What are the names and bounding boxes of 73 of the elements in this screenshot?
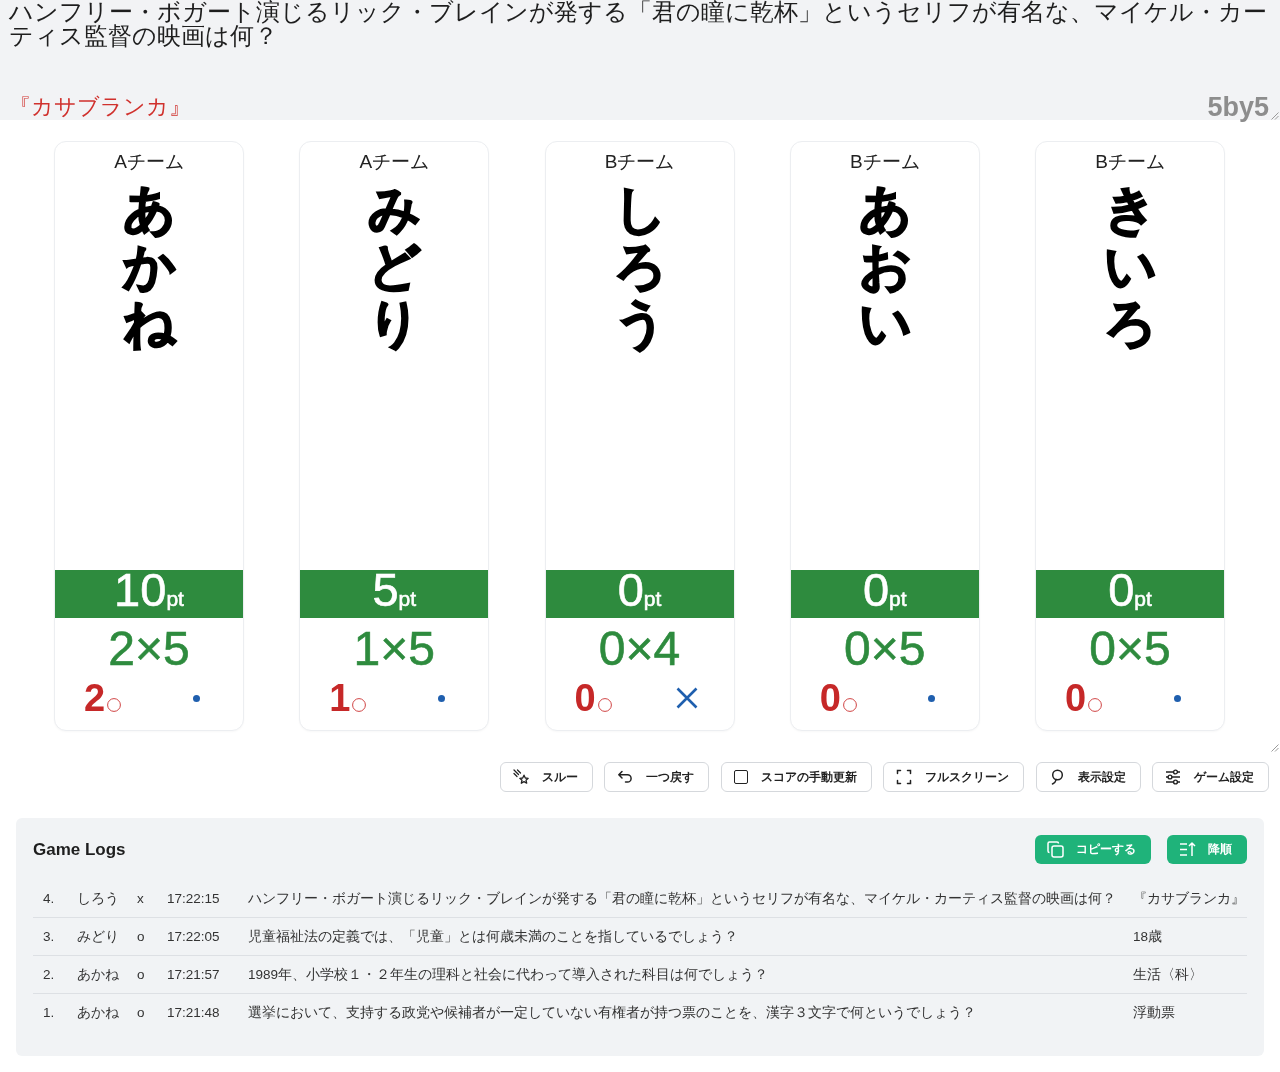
log-answer: 生活〈科〉 [1133, 965, 1204, 984]
multiplier-text: 1×5 [353, 621, 435, 677]
circle-icon [842, 698, 857, 712]
team-label: Bチーム [849, 151, 920, 173]
toolbar-button[interactable]: スルー [499, 762, 593, 792]
log-result: o [137, 967, 146, 982]
log-answer: 浮動票 [1133, 1003, 1176, 1022]
log-player: みどり [77, 927, 120, 946]
log-question: 児童福祉法の定義では、「児童」とは何歳未満のことを指しているでしょう？ [248, 927, 739, 946]
team-label: Aチーム [359, 151, 430, 173]
log-answer: 『カサブランカ』 [1133, 889, 1246, 908]
log-index: 4. [43, 891, 56, 906]
log-answer: 18歳 [1133, 927, 1164, 946]
toolbar-button[interactable]: 表示設定 [1035, 762, 1141, 792]
toolbar-button[interactable]: フルスクリーン [883, 762, 1024, 792]
player-name: あおい [858, 181, 911, 353]
log-question: 1989年、小学校１・２年生の理科と社会に代わって導入された科目は何でしょう？ [248, 965, 770, 984]
app-logo: 5by5 [1207, 94, 1269, 120]
correct-count: 0 [1065, 680, 1087, 716]
log-time: 17:22:15 [167, 891, 221, 906]
score-value: 10pt [114, 565, 184, 618]
circle-icon [597, 698, 612, 712]
resize-grip-icon[interactable] [1271, 744, 1279, 752]
log-time: 17:21:57 [167, 967, 221, 982]
multiplier-text: 0×5 [1089, 621, 1171, 677]
panel-title: Game Logs [33, 839, 126, 860]
answer-text: 『カサブランカ』 [9, 94, 191, 120]
resize-grip-icon[interactable] [1271, 112, 1279, 120]
player-name: あかね [123, 181, 175, 353]
log-question: ハンフリー・ボガート演じるリック・ブレインが発する「君の瞳に乾杯」というセリフが有名な、マイケル・カーティス監督の映画は何？ [248, 889, 1117, 908]
team-label: Aチーム [114, 151, 184, 173]
log-question: 選挙において、支持する政党や候補者が一定していない有権者が持つ票のことを、漢字３文字で何というでしょう？ [248, 1003, 977, 1022]
team-label: Bチーム [604, 151, 675, 173]
circle-icon [1088, 698, 1103, 712]
score-value: 5pt [372, 565, 417, 618]
score-value: 0pt [617, 565, 662, 618]
multiplier-text: 2×5 [108, 621, 190, 677]
log-result: x [137, 891, 145, 906]
sliders-icon [1165, 769, 1181, 785]
question-text: ハンフリー・ボガート演じるリック・ブレインが発する「君の瞳に乾杯」というセリフが有名な、マイケル・カーティス監督の映画は何？ [9, 0, 1268, 48]
log-player: あかね [77, 965, 120, 984]
log-result: o [137, 929, 146, 944]
undo-icon [617, 769, 633, 785]
log-result: o [137, 1005, 146, 1020]
team-label: Bチーム [1095, 151, 1165, 173]
log-time: 17:22:05 [167, 929, 221, 944]
correct-count: 2 [84, 680, 106, 716]
circle-icon [107, 698, 122, 712]
correct-count: 0 [574, 680, 596, 716]
log-time: 17:21:48 [167, 1005, 221, 1020]
score-value: 0pt [862, 565, 907, 618]
manual-score-toggle[interactable]: スコアの手動更新 [720, 762, 872, 792]
log-index: 1. [43, 1005, 56, 1020]
correct-count: 1 [329, 680, 351, 716]
multiplier-text: 0×4 [598, 621, 681, 677]
log-index: 2. [43, 967, 56, 982]
toolbar-button[interactable]: 一つ戻す [604, 762, 709, 792]
log-index: 3. [43, 929, 56, 944]
correct-count: 0 [819, 680, 841, 716]
player-name: みどり [368, 181, 421, 353]
log-player: しろう [77, 889, 120, 908]
log-player: あかね [77, 1003, 120, 1022]
copy-icon [1047, 841, 1064, 858]
fullscreen-icon [896, 769, 912, 785]
multiplier-text: 0×5 [844, 621, 926, 677]
player-name: きいろ [1104, 181, 1156, 353]
checkbox[interactable] [733, 770, 748, 784]
score-value: 0pt [1108, 565, 1152, 618]
sort-icon [1179, 841, 1196, 858]
toolbar-button[interactable]: ゲーム設定 [1152, 762, 1269, 792]
shooting-star-icon [512, 769, 529, 785]
circle-icon [352, 698, 367, 712]
player-name: しろう [613, 181, 666, 353]
